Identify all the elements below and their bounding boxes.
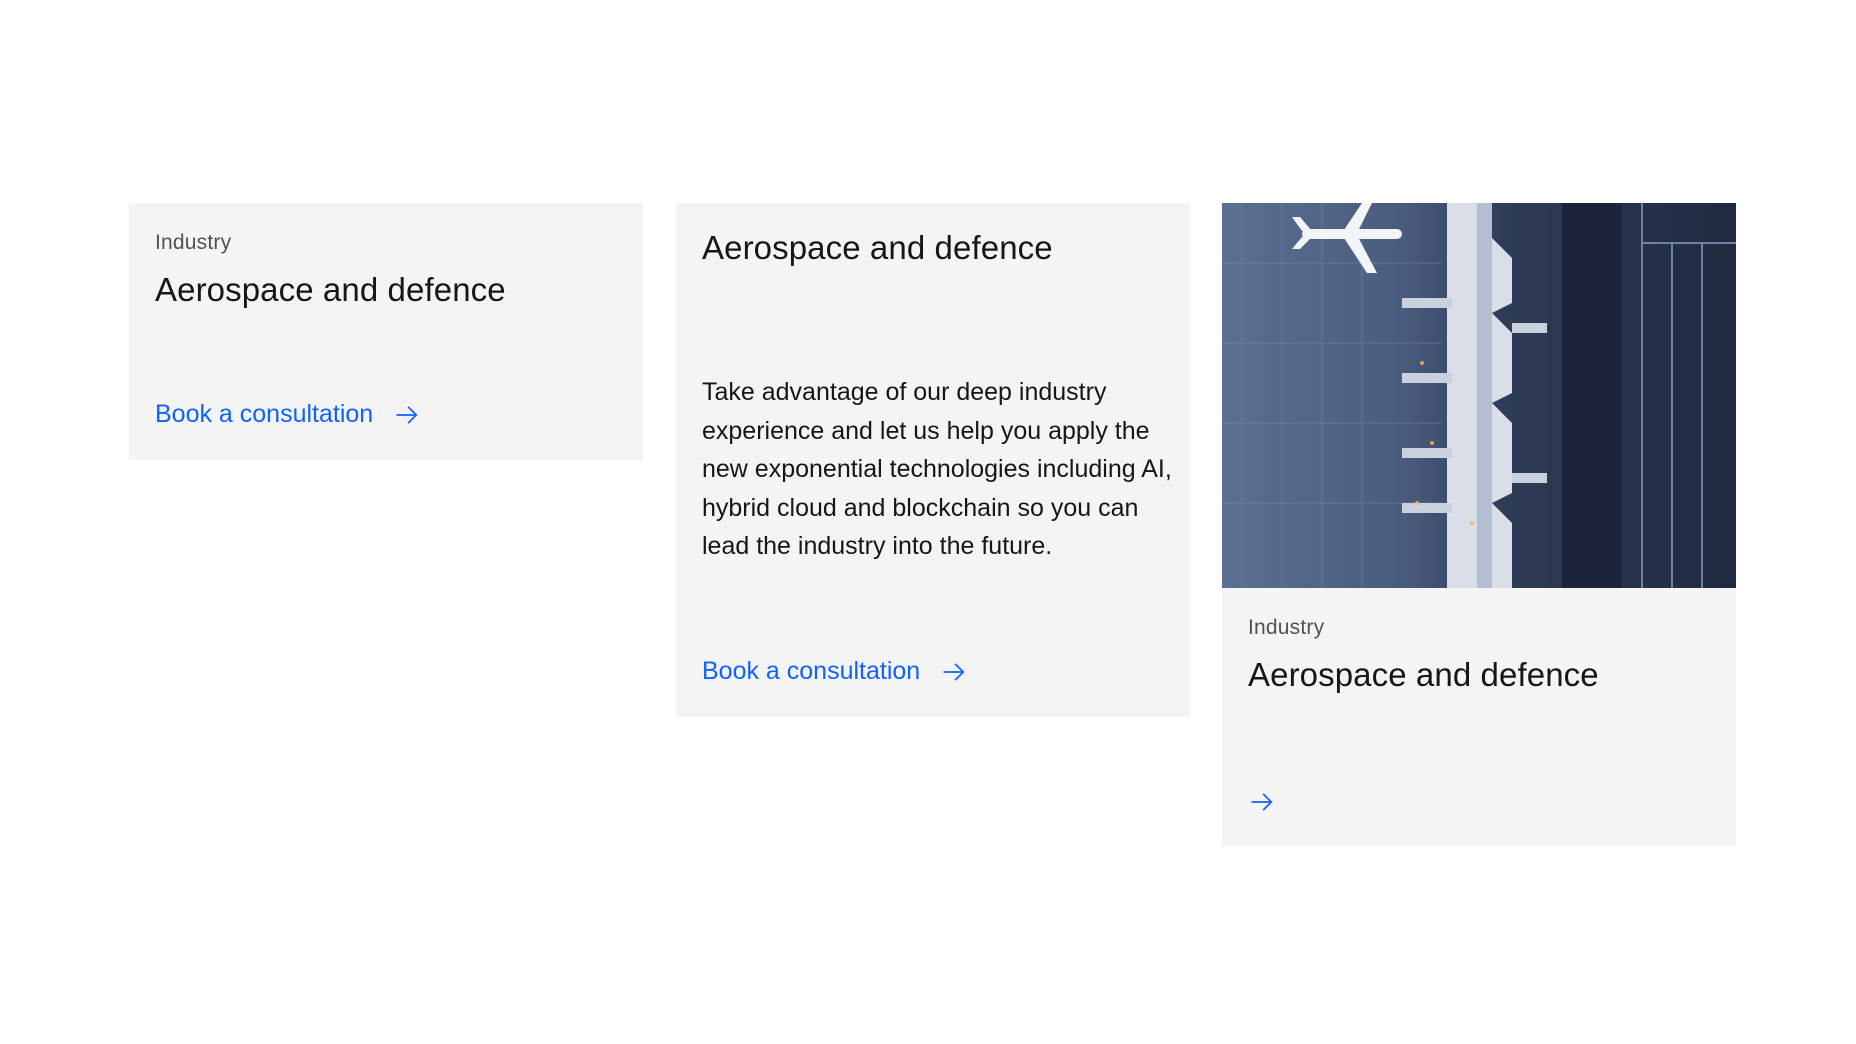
- aerial-airport-terminal-image: [1222, 203, 1736, 588]
- industry-card-simple[interactable]: Industry Aerospace and defence Book a co…: [129, 203, 643, 460]
- industry-card-description[interactable]: Aerospace and defence Take advantage of …: [676, 203, 1190, 717]
- arrow-right-icon: [393, 401, 421, 429]
- card-title: Aerospace and defence: [1248, 656, 1599, 693]
- cta-label: Book a consultation: [155, 400, 374, 428]
- cta-label: Book a consultation: [702, 657, 921, 685]
- book-consultation-link[interactable]: Book a consultation: [155, 400, 421, 429]
- arrow-right-icon: [1248, 788, 1276, 816]
- book-consultation-link[interactable]: Book a consultation: [702, 657, 968, 686]
- industry-card-image[interactable]: Industry Aerospace and defence: [1222, 203, 1736, 846]
- card-title: Aerospace and defence: [155, 271, 506, 308]
- card-arrow-link[interactable]: [1248, 788, 1276, 816]
- card-eyebrow: Industry: [155, 231, 232, 254]
- card-description: Take advantage of our deep industry expe…: [702, 378, 1172, 560]
- arrow-right-icon: [940, 658, 968, 686]
- card-eyebrow: Industry: [1248, 616, 1325, 639]
- card-title: Aerospace and defence: [702, 229, 1053, 266]
